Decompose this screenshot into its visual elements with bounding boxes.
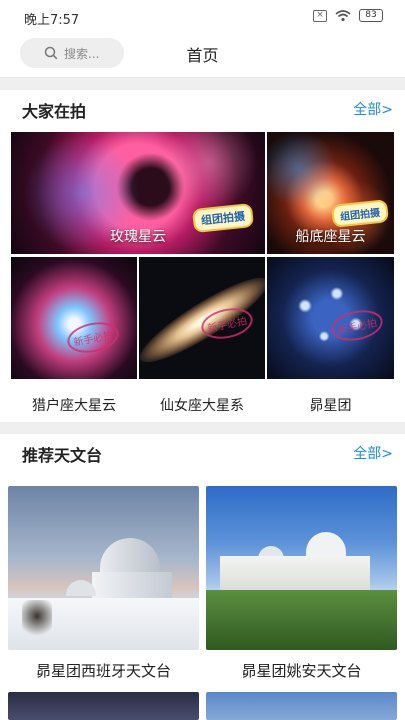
wifi-icon <box>335 9 351 21</box>
battery-icon: 83 <box>359 9 383 22</box>
status-time: 晚上7:57 <box>24 13 80 28</box>
section-title: 推荐天文台 <box>22 446 103 465</box>
beginner-stamp: 新手必拍 <box>328 305 386 346</box>
status-icons: × 83 <box>313 9 383 22</box>
popular-header: 大家在拍 全部> <box>0 90 405 130</box>
view-all-link[interactable]: 全部> <box>353 99 393 119</box>
observatory-header: 推荐天文台 全部> <box>0 434 405 474</box>
observatory-name: 昴星团姚安天文台 <box>241 662 362 680</box>
observatory-card-partial[interactable] <box>206 692 397 720</box>
observatory-section: 推荐天文台 全部> 昴星团西班牙天文台 昴星团姚安天文台 <box>0 434 405 720</box>
tile-title: 船底座星云 <box>295 229 366 245</box>
tile-title: 昴星团 <box>309 398 352 414</box>
photo-tile-andromeda[interactable]: 新手必拍 <box>139 257 265 379</box>
page-title: 首页 <box>186 46 219 65</box>
observatory-card-spain[interactable] <box>8 486 199 650</box>
top-bar: 搜索... 首页 <box>0 34 405 78</box>
popular-section: 大家在拍 全部> 组团拍摄 玫瑰星云 组团拍摄 船底座星云 新手必拍 新手必拍 … <box>0 90 405 422</box>
observatory-card-partial[interactable] <box>8 692 199 720</box>
photo-tile-pleiades[interactable]: 新手必拍 <box>267 257 394 379</box>
beginner-stamp: 新手必拍 <box>64 317 122 358</box>
photo-tile-carina[interactable]: 组团拍摄 船底座星云 <box>267 132 394 254</box>
notification-x-icon: × <box>313 9 327 22</box>
section-title: 大家在拍 <box>22 102 87 121</box>
photo-tile-orion[interactable]: 新手必拍 <box>11 257 137 379</box>
view-all-link[interactable]: 全部> <box>353 443 393 463</box>
photo-tile-rosette[interactable]: 组团拍摄 玫瑰星云 <box>11 132 265 254</box>
status-bar: 晚上7:57 × 83 <box>0 0 405 34</box>
tile-title: 猎户座大星云 <box>32 398 116 414</box>
tile-title: 仙女座大星系 <box>160 398 244 414</box>
tile-title: 玫瑰星云 <box>110 229 166 245</box>
observatory-card-yaoan[interactable] <box>206 486 397 650</box>
observatory-name: 昴星团西班牙天文台 <box>35 662 171 680</box>
